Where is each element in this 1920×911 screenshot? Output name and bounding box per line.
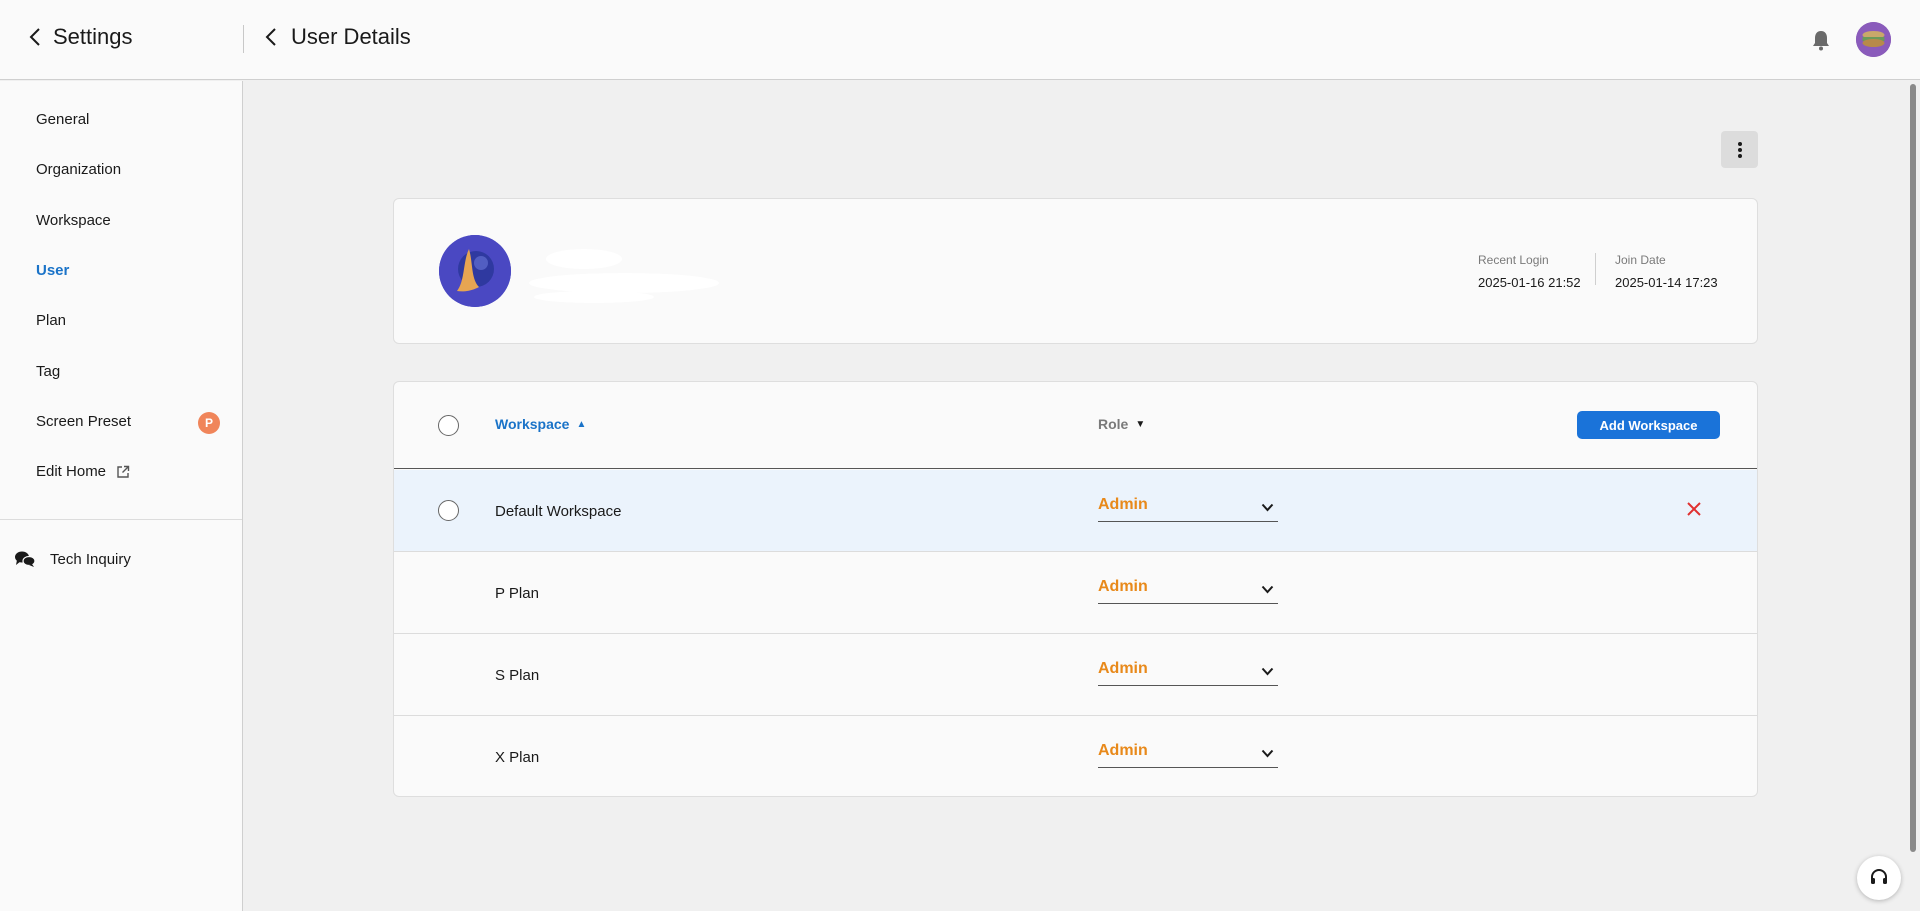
profile-avatar <box>439 235 511 307</box>
role-value: Admin <box>1098 578 1148 595</box>
chevron-down-icon <box>1261 749 1274 758</box>
back-button[interactable]: User Details <box>263 24 411 50</box>
table-row: X Plan Admin <box>394 716 1757 796</box>
external-link-icon <box>117 465 130 478</box>
table-row[interactable]: Default Workspace Admin <box>394 470 1757 552</box>
workspace-name: X Plan <box>495 749 540 766</box>
sidebar-item-label: Edit Home <box>36 463 107 480</box>
redacted-name <box>529 249 719 303</box>
bell-icon[interactable] <box>1810 29 1832 51</box>
tech-inquiry-label: Tech Inquiry <box>50 550 131 568</box>
row-select-radio[interactable] <box>438 500 459 521</box>
sidebar-item-workspace[interactable]: Workspace <box>36 212 111 229</box>
sidebar: General Organization Workspace User Plan… <box>0 81 243 911</box>
role-select[interactable]: Admin <box>1098 656 1278 686</box>
page-title: User Details <box>291 24 411 49</box>
role-select[interactable]: Admin <box>1098 492 1278 522</box>
avatar-image <box>1856 22 1891 57</box>
table-row: S Plan Admin <box>394 634 1757 716</box>
join-date-value: 2025-01-14 17:23 <box>1615 275 1718 290</box>
settings-title: Settings <box>53 24 133 49</box>
select-all-radio[interactable] <box>438 415 459 436</box>
tech-inquiry-link[interactable]: Tech Inquiry <box>14 550 131 568</box>
back-to-settings-button[interactable]: Settings <box>27 24 133 50</box>
top-bar: Settings User Details <box>0 0 1920 80</box>
role-value: Admin <box>1098 742 1148 759</box>
workspace-column-label: Workspace <box>495 416 570 432</box>
join-date-label: Join Date <box>1615 253 1666 267</box>
sort-workspace-header[interactable]: Workspace ▲ <box>495 416 586 432</box>
table-row: P Plan Admin <box>394 552 1757 634</box>
caret-down-icon: ▼ <box>1135 418 1146 430</box>
profile-avatar-image <box>439 235 511 307</box>
sidebar-item-edit-home[interactable]: Edit Home <box>36 463 130 480</box>
add-workspace-button[interactable]: Add Workspace <box>1577 411 1720 439</box>
delete-icon[interactable] <box>1685 500 1703 518</box>
role-filter-header[interactable]: Role ▼ <box>1098 416 1145 432</box>
role-column-label: Role <box>1098 416 1129 432</box>
scrollbar[interactable] <box>1910 84 1916 852</box>
recent-login-label: Recent Login <box>1478 253 1549 267</box>
sidebar-item-screen-preset[interactable]: Screen Preset <box>36 413 131 430</box>
workspace-name: P Plan <box>495 585 539 602</box>
sidebar-item-organization[interactable]: Organization <box>36 161 121 178</box>
sort-asc-icon: ▲ <box>576 418 587 430</box>
profile-card: Recent Login 2025-01-16 21:52 Join Date … <box>393 198 1758 344</box>
chevron-down-icon <box>1261 585 1274 594</box>
chevron-left-icon <box>29 28 40 46</box>
support-button[interactable] <box>1857 856 1901 900</box>
stat-divider <box>1595 253 1596 285</box>
workspace-name: S Plan <box>495 667 540 684</box>
sidebar-divider <box>0 519 242 520</box>
workspace-table: Workspace ▲ Role ▼ Add Workspace Default… <box>393 381 1758 797</box>
chevron-down-icon <box>1261 667 1274 676</box>
header-divider <box>243 25 244 53</box>
sidebar-item-user[interactable]: User <box>36 262 69 279</box>
table-header: Workspace ▲ Role ▼ Add Workspace <box>394 382 1757 469</box>
role-value: Admin <box>1098 496 1148 513</box>
role-value: Admin <box>1098 660 1148 677</box>
recent-login-stat: Recent Login 2025-01-16 21:52 <box>1478 253 1581 290</box>
vertical-dots-icon <box>1737 141 1742 158</box>
workspace-name: Default Workspace <box>495 503 622 520</box>
headset-icon <box>1871 869 1887 884</box>
sidebar-item-plan[interactable]: Plan <box>36 312 66 329</box>
join-date-stat: Join Date 2025-01-14 17:23 <box>1615 253 1718 290</box>
sidebar-item-tag[interactable]: Tag <box>36 363 60 380</box>
recent-login-value: 2025-01-16 21:52 <box>1478 275 1581 290</box>
role-select[interactable]: Admin <box>1098 574 1278 604</box>
role-select[interactable]: Admin <box>1098 738 1278 768</box>
user-avatar[interactable] <box>1856 22 1891 57</box>
more-options-button[interactable] <box>1721 131 1758 168</box>
premium-badge: P <box>198 412 220 434</box>
chevron-left-icon <box>265 28 276 46</box>
sidebar-item-general[interactable]: General <box>36 111 89 128</box>
chat-icon <box>15 551 36 567</box>
chevron-down-icon <box>1261 503 1274 512</box>
